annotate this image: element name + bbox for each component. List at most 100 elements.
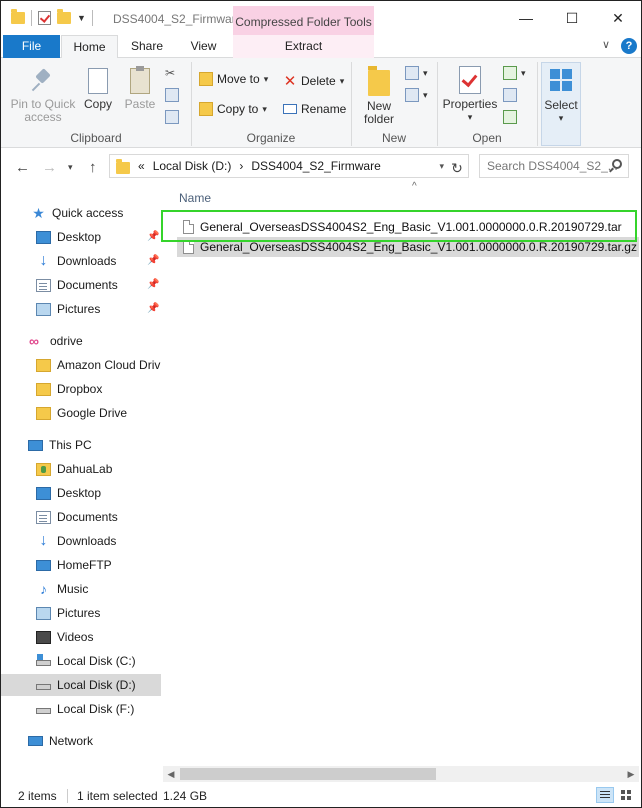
nav-pc-downloads[interactable]: ↓ Downloads [1, 530, 161, 552]
nav-label: Documents [57, 278, 118, 292]
tab-view[interactable]: View [176, 35, 231, 59]
history-button[interactable] [503, 110, 517, 124]
search-input[interactable]: Search DSS4004_S2_... [479, 154, 629, 178]
address-bar[interactable]: « Local Disk (D:) › DSS4004_S2_Firmware … [109, 154, 469, 178]
chevron-down-icon: ▾ [558, 113, 564, 123]
breadcrumb-separator[interactable]: › [239, 159, 243, 173]
paste-button[interactable]: Paste [121, 66, 159, 111]
address-dropdown-icon[interactable]: ▾ [439, 161, 444, 172]
nav-desktop[interactable]: Desktop 📌 [1, 226, 161, 248]
quick-access-toolbar: ▼ [11, 9, 93, 26]
file-row[interactable]: General_OverseasDSS4004S2_Eng_Basic_V1.0… [177, 217, 639, 237]
download-icon: ↓ [39, 531, 48, 549]
tab-extract[interactable]: Extract [233, 35, 374, 59]
delete-label: Delete [301, 74, 336, 88]
nav-dropbox[interactable]: Dropbox [1, 378, 161, 400]
copy-path-button[interactable] [165, 88, 179, 102]
odrive-icon: ∞ [29, 332, 39, 349]
breadcrumb-local-disk-d[interactable]: Local Disk (D:) [153, 159, 232, 173]
nav-network[interactable]: Network [1, 730, 161, 752]
drive-icon [36, 684, 51, 690]
new-folder-icon[interactable] [57, 9, 71, 24]
nav-label: Music [57, 582, 89, 596]
refresh-icon[interactable]: ↻ [447, 158, 467, 178]
rename-icon [283, 104, 297, 114]
nav-pc-desktop[interactable]: Desktop [1, 482, 161, 504]
back-icon[interactable]: ← [15, 159, 30, 176]
close-button[interactable]: ✕ [595, 3, 641, 33]
nav-odrive[interactable]: ∞ odrive [1, 330, 161, 352]
column-header-name[interactable]: Name [179, 191, 211, 205]
compressed-folder-tools-label: Compressed Folder Tools [233, 6, 374, 35]
new-folder-button[interactable]: New folder [359, 66, 399, 126]
nav-label: Local Disk (D:) [57, 678, 136, 692]
up-icon[interactable]: ↑ [89, 159, 97, 176]
delete-button[interactable]: ✕ Delete ▾ [283, 72, 345, 90]
nav-homeftp[interactable]: HomeFTP [1, 554, 161, 576]
nav-pc-pictures[interactable]: Pictures [1, 602, 161, 624]
tab-file[interactable]: File [3, 35, 60, 58]
properties-button[interactable]: Properties ▾ [441, 66, 499, 124]
nav-local-disk-d[interactable]: Local Disk (D:) [1, 674, 161, 696]
edit-button[interactable] [503, 88, 517, 102]
explorer-window: ▼ DSS4004_S2_Firmware Compressed Folder … [0, 0, 642, 808]
nav-local-disk-c[interactable]: Local Disk (C:) [1, 650, 161, 672]
nav-videos[interactable]: Videos [1, 626, 161, 648]
pinned-icon: 📌 [147, 279, 160, 290]
item-count: 2 items [18, 789, 57, 803]
title-bar: ▼ DSS4004_S2_Firmware Compressed Folder … [1, 1, 641, 35]
tab-home[interactable]: Home [61, 35, 118, 59]
nav-pictures[interactable]: Pictures 📌 [1, 298, 161, 320]
scroll-left-icon[interactable]: ◀ [163, 766, 179, 782]
properties-icon[interactable] [38, 11, 51, 25]
nav-label: Downloads [57, 534, 117, 548]
large-icons-view-icon[interactable] [618, 787, 636, 803]
minimize-button[interactable]: — [503, 3, 549, 33]
file-row[interactable]: General_OverseasDSS4004S2_Eng_Basic_V1.0… [177, 237, 639, 257]
cut-button[interactable]: ✂ [165, 66, 175, 80]
breadcrumb-dss4004-s2-firmware[interactable]: DSS4004_S2_Firmware [251, 159, 380, 173]
nav-pc-documents[interactable]: Documents [1, 506, 161, 528]
nav-google-drive[interactable]: Google Drive [1, 402, 161, 424]
horizontal-scrollbar[interactable]: ◀ ▶ [163, 766, 639, 782]
nav-this-pc[interactable]: This PC [1, 434, 161, 456]
maximize-button[interactable]: ☐ [549, 3, 595, 33]
network-icon [28, 736, 43, 746]
nav-music[interactable]: ♪ Music [1, 578, 161, 600]
nav-label: Network [49, 734, 94, 748]
network-location-icon [36, 559, 51, 571]
nav-documents[interactable]: Documents 📌 [1, 274, 161, 296]
nav-label: HomeFTP [57, 558, 112, 572]
open-button[interactable]: ▾ [503, 66, 526, 80]
nav-local-disk-f[interactable]: Local Disk (F:) [1, 698, 161, 720]
scrollbar-thumb[interactable] [180, 768, 436, 780]
pin-to-quick-access-button[interactable]: Pin to Quick access [7, 68, 79, 124]
copy-to-button[interactable]: Copy to ▾ [199, 102, 267, 116]
address-overflow[interactable]: « [138, 159, 145, 173]
new-item-button[interactable]: ▾ [405, 66, 428, 80]
tab-share[interactable]: Share [119, 35, 175, 59]
nav-dahualab[interactable]: DahuaLab [1, 458, 161, 480]
help-icon[interactable]: ? [621, 38, 637, 54]
details-view-icon[interactable] [596, 787, 614, 803]
nav-downloads[interactable]: ↓ Downloads 📌 [1, 250, 161, 272]
rename-button[interactable]: Rename [283, 102, 346, 116]
music-icon: ♪ [40, 580, 47, 597]
nav-quick-access[interactable]: ★ Quick access [1, 202, 161, 224]
nav-amazon-cloud-drive[interactable]: Amazon Cloud Driv [1, 354, 161, 376]
scroll-right-icon[interactable]: ▶ [623, 766, 639, 782]
select-button[interactable]: Select ▾ [541, 62, 581, 146]
collapse-ribbon-icon[interactable]: ∨ [602, 38, 610, 51]
forward-icon[interactable]: → [42, 159, 57, 176]
move-to-button[interactable]: Move to ▾ [199, 72, 268, 86]
copy-button[interactable]: Copy [81, 65, 115, 111]
delete-icon: ✕ [283, 73, 297, 90]
paste-shortcut-button[interactable] [165, 110, 179, 124]
file-name: General_OverseasDSS4004S2_Eng_Basic_V1.0… [200, 240, 637, 254]
easy-access-icon [405, 88, 419, 102]
navigation-bar: ← → ▾ ↑ « Local Disk (D:) › DSS4004_S2_F… [1, 149, 641, 185]
search-icon [612, 159, 622, 169]
customize-toolbar-icon[interactable]: ▼ [77, 13, 86, 23]
easy-access-button[interactable]: ▾ [405, 88, 428, 102]
recent-locations-icon[interactable]: ▾ [68, 162, 73, 173]
